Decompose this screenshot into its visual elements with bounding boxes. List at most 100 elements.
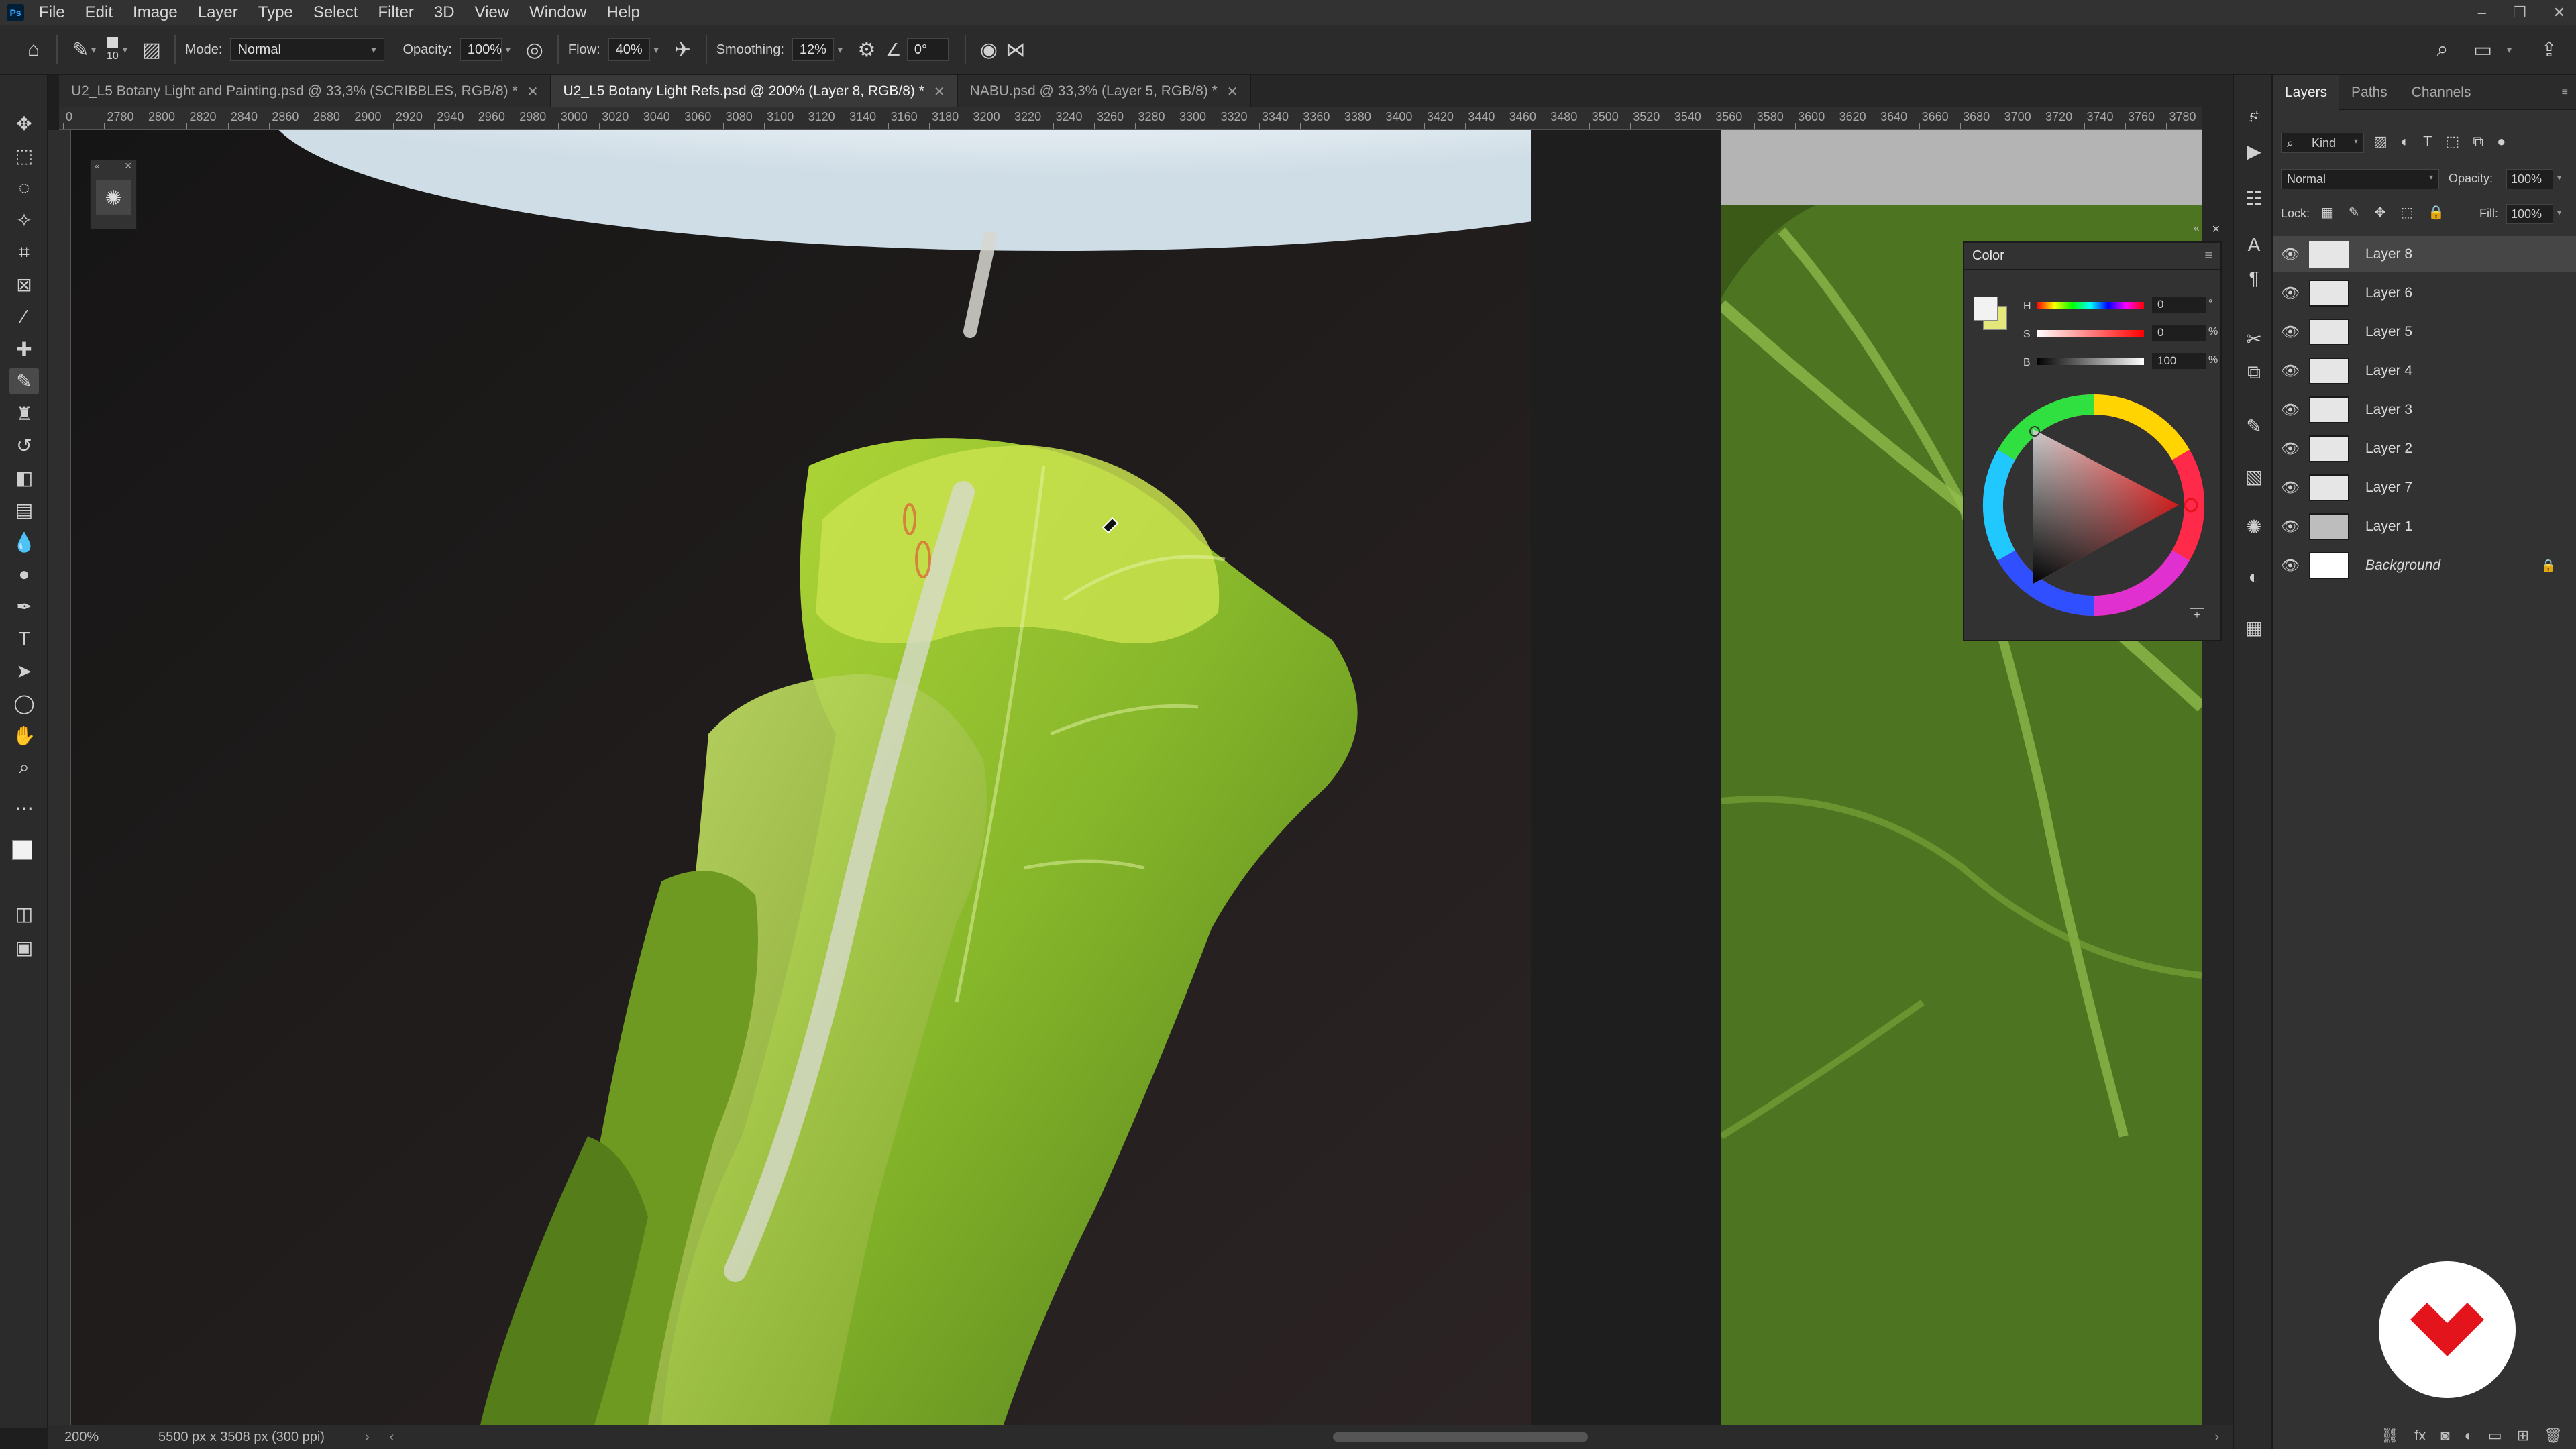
lasso-tool-icon[interactable]: ◌ bbox=[9, 174, 39, 201]
saturation-slider[interactable] bbox=[2037, 330, 2144, 337]
more-tools-icon[interactable]: ⋯ bbox=[9, 794, 39, 821]
symmetry-icon[interactable]: ⋈ bbox=[1002, 36, 1029, 63]
search-icon[interactable]: ⌕ bbox=[2429, 36, 2456, 63]
minimize-button[interactable]: – bbox=[2478, 4, 2486, 21]
brush-settings-icon[interactable]: ✺ bbox=[96, 180, 131, 215]
lock-icon[interactable]: 🔒 bbox=[2541, 559, 2556, 573]
chevron-down-icon[interactable]: ▾ bbox=[838, 44, 843, 56]
close-icon[interactable]: ✕ bbox=[2212, 223, 2220, 241]
fill-input[interactable]: 100% bbox=[2506, 204, 2553, 224]
layer-row-background[interactable]: 👁 Background 🔒 bbox=[2273, 547, 2576, 584]
brightness-slider[interactable] bbox=[2037, 358, 2144, 365]
restore-button[interactable]: ❐ bbox=[2513, 4, 2526, 21]
brush-tool-icon[interactable]: ✎ bbox=[67, 36, 94, 63]
scroll-right-icon[interactable]: › bbox=[2214, 1430, 2219, 1445]
close-icon[interactable]: ✕ bbox=[934, 83, 945, 100]
history-brush-tool-icon[interactable]: ↺ bbox=[9, 432, 39, 459]
saturation-input[interactable]: 0 bbox=[2152, 325, 2206, 341]
add-mask-icon[interactable]: ◙ bbox=[2440, 1427, 2449, 1444]
tool-presets-icon[interactable]: ✂ bbox=[2242, 327, 2266, 351]
ellipse-tool-icon[interactable]: ◯ bbox=[9, 690, 39, 716]
menu-edit[interactable]: Edit bbox=[85, 3, 113, 22]
eye-icon[interactable]: 👁 bbox=[2277, 518, 2304, 535]
brush-settings-icon[interactable]: ▨ bbox=[138, 36, 165, 63]
lock-all-icon[interactable]: 🔒 bbox=[2428, 204, 2445, 221]
layer-row-layer-3[interactable]: 👁 Layer 3 bbox=[2273, 392, 2576, 428]
airbrush-icon[interactable]: ✈ bbox=[669, 36, 696, 63]
tab-botany-light-refs[interactable]: U2_L5 Botany Light Refs.psd @ 200% (Laye… bbox=[551, 75, 958, 107]
marquee-tool-icon[interactable]: ⬚ bbox=[9, 142, 39, 169]
adjustment-layer-icon[interactable]: ◐ bbox=[2465, 1427, 2473, 1444]
pressure-size-icon[interactable]: ◉ bbox=[975, 36, 1002, 63]
layer-row-layer-2[interactable]: 👁 Layer 2 bbox=[2273, 431, 2576, 467]
panel-menu-icon[interactable]: ≡ bbox=[2562, 87, 2568, 99]
zoom-level[interactable]: 200% bbox=[64, 1430, 118, 1445]
path-selection-tool-icon[interactable]: ➤ bbox=[9, 657, 39, 684]
lock-position-icon[interactable]: ✥ bbox=[2375, 204, 2386, 221]
menu-image[interactable]: Image bbox=[133, 3, 178, 22]
healing-brush-tool-icon[interactable]: ✚ bbox=[9, 335, 39, 362]
properties-icon[interactable]: ☷ bbox=[2242, 186, 2266, 210]
filter-toggle-icon[interactable]: ● bbox=[2497, 133, 2506, 150]
menu-select[interactable]: Select bbox=[313, 3, 358, 22]
libraries-icon[interactable]: ▦ bbox=[2242, 615, 2266, 639]
brush-settings-icon[interactable]: ▧ bbox=[2242, 464, 2266, 488]
pixel-filter-icon[interactable]: ▨ bbox=[2373, 133, 2387, 150]
layer-row-layer-5[interactable]: 👁 Layer 5 bbox=[2273, 314, 2576, 350]
history-icon[interactable]: ⎘ bbox=[2242, 105, 2266, 129]
blend-mode-select[interactable]: Normal ▾ bbox=[2281, 169, 2439, 189]
lock-artboard-icon[interactable]: ⬚ bbox=[2400, 204, 2413, 221]
close-icon[interactable]: ✕ bbox=[527, 83, 539, 100]
layer-row-layer-8[interactable]: 👁 Layer 8 bbox=[2273, 236, 2576, 272]
chevron-down-icon[interactable]: ▾ bbox=[123, 44, 127, 56]
eye-icon[interactable]: 👁 bbox=[2277, 323, 2304, 341]
smart-object-filter-icon[interactable]: ⧉ bbox=[2473, 133, 2483, 150]
menu-layer[interactable]: Layer bbox=[198, 3, 238, 22]
new-group-icon[interactable]: ▭ bbox=[2488, 1427, 2502, 1444]
stamp-tool-icon[interactable]: ♜ bbox=[9, 400, 39, 427]
eye-icon[interactable]: 👁 bbox=[2277, 440, 2304, 458]
close-window-button[interactable]: ✕ bbox=[2553, 4, 2565, 21]
menu-file[interactable]: File bbox=[39, 3, 65, 22]
tab-layers[interactable]: Layers bbox=[2273, 74, 2340, 110]
scroll-left-icon[interactable]: ‹ bbox=[390, 1430, 394, 1445]
screen-mode-icon[interactable]: ▣ bbox=[9, 934, 39, 961]
flow-input[interactable]: 40% bbox=[608, 38, 650, 61]
eye-icon[interactable]: 👁 bbox=[2277, 284, 2304, 302]
move-tool-icon[interactable]: ✥ bbox=[9, 110, 39, 137]
link-layers-icon[interactable]: ⛓ bbox=[2381, 1427, 2400, 1444]
layer-row-layer-7[interactable]: 👁 Layer 7 bbox=[2273, 470, 2576, 506]
eraser-tool-icon[interactable]: ◧ bbox=[9, 464, 39, 491]
menu-window[interactable]: Window bbox=[529, 3, 586, 22]
tab-nabu[interactable]: NABU.psd @ 33,3% (Layer 5, RGB/8) * ✕ bbox=[957, 75, 1251, 107]
type-tool-icon[interactable]: T bbox=[9, 625, 39, 652]
brightness-input[interactable]: 100 bbox=[2152, 353, 2206, 369]
eyedropper-tool-icon[interactable]: ⁄ bbox=[9, 303, 39, 330]
chevron-down-icon[interactable]: ▾ bbox=[654, 44, 659, 56]
menu-3d[interactable]: 3D bbox=[434, 3, 455, 22]
color-wheel[interactable] bbox=[1978, 389, 2210, 621]
chevron-down-icon[interactable]: ▾ bbox=[2507, 44, 2512, 56]
opacity-input[interactable]: 100% bbox=[460, 38, 502, 61]
actions-play-icon[interactable]: ▶ bbox=[2242, 139, 2266, 163]
crop-tool-icon[interactable]: ⌗ bbox=[9, 239, 39, 266]
frame-tool-icon[interactable]: ⊠ bbox=[9, 271, 39, 298]
type-filter-icon[interactable]: T bbox=[2423, 133, 2432, 150]
new-layer-icon[interactable]: ⊞ bbox=[2517, 1427, 2529, 1444]
close-icon[interactable]: ✕ bbox=[1227, 83, 1238, 100]
chevron-down-icon[interactable]: ▾ bbox=[2557, 208, 2561, 217]
menu-view[interactable]: View bbox=[475, 3, 510, 22]
mode-select[interactable]: Normal bbox=[230, 38, 385, 61]
collapse-icon[interactable]: « bbox=[95, 160, 100, 174]
collapse-icon[interactable]: « bbox=[2194, 223, 2200, 241]
layer-row-layer-6[interactable]: 👁 Layer 6 bbox=[2273, 275, 2576, 311]
trash-icon[interactable]: 🗑 bbox=[2544, 1427, 2563, 1444]
blur-tool-icon[interactable]: 💧 bbox=[9, 529, 39, 555]
share-icon[interactable]: ⇪ bbox=[2536, 36, 2563, 63]
eye-icon[interactable]: 👁 bbox=[2277, 557, 2304, 574]
tab-botany-light-painting[interactable]: U2_L5 Botany Light and Painting.psd @ 33… bbox=[59, 75, 551, 107]
gradient-tool-icon[interactable]: ▤ bbox=[9, 496, 39, 523]
character-icon[interactable]: A bbox=[2242, 233, 2266, 257]
eye-icon[interactable]: 👁 bbox=[2277, 362, 2304, 380]
brush-tool-icon[interactable]: ✎ bbox=[9, 368, 39, 394]
